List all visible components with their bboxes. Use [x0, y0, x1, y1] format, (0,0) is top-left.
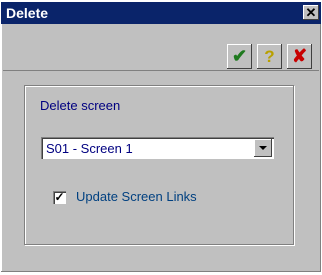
help-button[interactable]: ? — [257, 44, 282, 69]
close-icon: ✕ — [305, 5, 317, 20]
close-button[interactable]: ✕ — [303, 5, 319, 20]
screen-select-value: S01 - Screen 1 — [46, 141, 133, 156]
check-icon: ✓ — [54, 190, 65, 204]
update-links-label[interactable]: Update Screen Links — [76, 189, 197, 204]
title-bar: Delete ✕ — [1, 2, 321, 24]
cancel-button[interactable]: ✘ — [287, 44, 312, 69]
screen-select[interactable]: S01 - Screen 1 — [41, 137, 274, 159]
checkmark-icon: ✔ — [231, 46, 248, 66]
update-links-checkbox[interactable]: ✓ — [53, 191, 66, 204]
ok-button[interactable]: ✔ — [227, 44, 252, 69]
chevron-down-icon[interactable] — [254, 139, 272, 157]
dialog-title: Delete — [6, 5, 49, 21]
question-mark-icon: ? — [264, 47, 275, 66]
x-mark-icon: ✘ — [291, 46, 308, 66]
toolbar: ✔ ? ✘ — [3, 26, 319, 71]
delete-screen-label: Delete screen — [40, 98, 121, 113]
